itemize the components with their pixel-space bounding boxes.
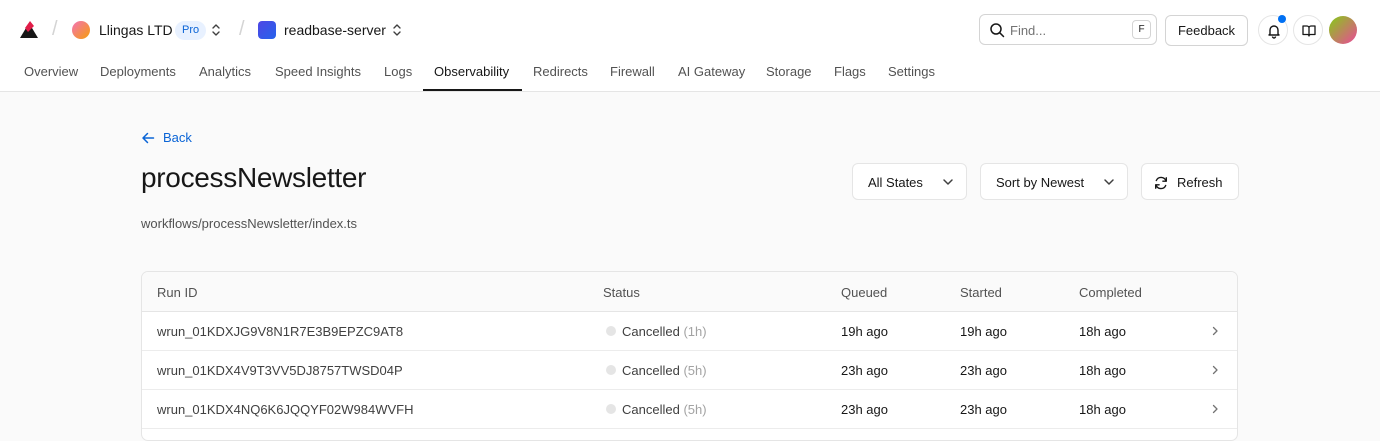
table-row[interactable]: wrun_01KDX4V9T3VV5DJ8757TWSD04P Cancelle… (142, 351, 1237, 390)
tab-analytics[interactable]: Analytics (199, 64, 251, 79)
feedback-button[interactable]: Feedback (1165, 15, 1248, 46)
active-tab-indicator (423, 89, 522, 91)
team-name[interactable]: Llingas LTD (99, 22, 173, 38)
completed-time: 18h ago (1079, 363, 1126, 378)
tab-observability[interactable]: Observability (434, 64, 509, 79)
refresh-button[interactable]: Refresh (1141, 163, 1239, 200)
chevron-down-icon (1104, 179, 1114, 185)
chevron-right-icon (1212, 326, 1218, 336)
run-status: Cancelled (5h) (622, 363, 707, 378)
status-dot (606, 404, 616, 414)
column-header-status: Status (603, 285, 640, 300)
run-id: wrun_01KDX4V9T3VV5DJ8757TWSD04P (157, 363, 403, 378)
status-label: Cancelled (622, 363, 680, 378)
status-duration: (1h) (683, 324, 707, 339)
chevron-up-down-icon[interactable] (391, 22, 403, 38)
team-avatar[interactable] (72, 21, 90, 39)
docs-button[interactable] (1293, 15, 1323, 45)
back-label: Back (163, 130, 192, 145)
run-id: wrun_01KDX4NQ6K6JQQYF02W984WVFH (157, 402, 414, 417)
breadcrumb-separator: / (239, 18, 245, 40)
top-bar: / Llingas LTD Pro / readbase-server Find… (0, 0, 1380, 92)
book-open-icon (1302, 25, 1316, 37)
tab-overview[interactable]: Overview (24, 64, 78, 79)
tab-flags[interactable]: Flags (834, 64, 866, 79)
table-header: Run ID Status Queued Started Completed (142, 272, 1237, 312)
workflow-path: workflows/processNewsletter/index.ts (141, 216, 358, 231)
status-duration: (5h) (683, 402, 707, 417)
status-dot (606, 326, 616, 336)
chevron-right-icon (1212, 404, 1218, 414)
tab-storage[interactable]: Storage (766, 64, 812, 79)
tab-ai-gateway[interactable]: AI Gateway (678, 64, 745, 79)
tab-speed-insights[interactable]: Speed Insights (275, 64, 361, 79)
state-filter-select[interactable]: All States (852, 163, 967, 200)
refresh-label: Refresh (1177, 175, 1223, 190)
search-input[interactable]: Find... F (979, 14, 1157, 45)
table-row[interactable]: wrun_01KDXJG9V8N1R7E3B9EPZC9AT8 Cancelle… (142, 312, 1237, 351)
status-duration: (5h) (683, 363, 707, 378)
tab-redirects[interactable]: Redirects (533, 64, 588, 79)
tab-settings[interactable]: Settings (888, 64, 935, 79)
header-row: / Llingas LTD Pro / readbase-server Find… (0, 0, 1380, 58)
started-time: 23h ago (960, 363, 1007, 378)
search-icon (990, 23, 1005, 38)
notification-dot (1278, 15, 1286, 23)
column-header-completed: Completed (1079, 285, 1142, 300)
user-avatar[interactable] (1329, 16, 1357, 44)
runs-table: Run ID Status Queued Started Completed w… (141, 271, 1238, 441)
chevron-down-icon (943, 179, 953, 185)
sort-select[interactable]: Sort by Newest (980, 163, 1128, 200)
column-header-started: Started (960, 285, 1002, 300)
project-tabs: Overview Deployments Analytics Speed Ins… (0, 58, 1380, 92)
completed-time: 18h ago (1079, 324, 1126, 339)
column-header-run-id: Run ID (157, 285, 198, 300)
run-status: Cancelled (5h) (622, 402, 707, 417)
refresh-icon (1155, 176, 1167, 190)
sort-label: Sort by Newest (996, 175, 1085, 190)
page-title: processNewsletter (141, 162, 367, 193)
started-time: 19h ago (960, 324, 1007, 339)
status-dot (606, 365, 616, 375)
run-status: Cancelled (1h) (622, 324, 707, 339)
status-label: Cancelled (622, 324, 680, 339)
queued-time: 23h ago (841, 363, 888, 378)
tab-logs[interactable]: Logs (384, 64, 412, 79)
logo-icon[interactable] (18, 19, 40, 39)
tab-deployments[interactable]: Deployments (100, 64, 176, 79)
column-header-queued: Queued (841, 285, 888, 300)
breadcrumb-separator: / (52, 18, 58, 40)
table-row[interactable]: wrun_01KDX4NQ6K6JQQYF02W984WVFH Cancelle… (142, 390, 1237, 429)
search-shortcut: F (1132, 20, 1151, 39)
completed-time: 18h ago (1079, 402, 1126, 417)
plan-badge: Pro (175, 21, 207, 40)
chevron-right-icon (1212, 365, 1218, 375)
queued-time: 19h ago (841, 324, 888, 339)
chevron-up-down-icon[interactable] (210, 22, 222, 38)
project-name[interactable]: readbase-server (284, 22, 386, 38)
bell-icon (1268, 25, 1280, 39)
search-placeholder: Find... (1010, 23, 1047, 38)
state-filter-label: All States (868, 175, 923, 190)
queued-time: 23h ago (841, 402, 888, 417)
status-label: Cancelled (622, 402, 680, 417)
arrow-left-icon (142, 132, 155, 144)
tab-firewall[interactable]: Firewall (610, 64, 655, 79)
run-id: wrun_01KDXJG9V8N1R7E3B9EPZC9AT8 (157, 324, 404, 339)
started-time: 23h ago (960, 402, 1007, 417)
project-icon[interactable] (258, 21, 276, 39)
